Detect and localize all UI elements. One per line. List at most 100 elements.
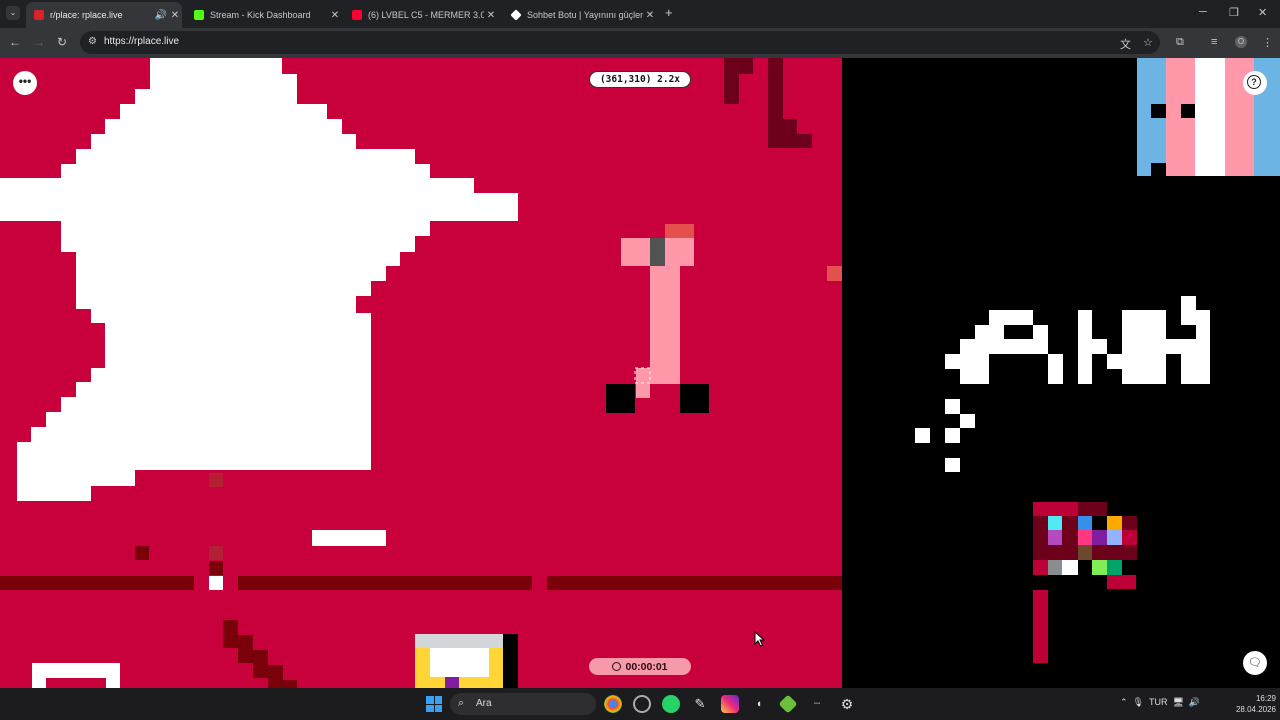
flag-black-c (1151, 163, 1166, 176)
restore-icon[interactable]: ❐ (1229, 6, 1239, 19)
pixel-blue (1078, 516, 1092, 530)
light-gray-top (415, 634, 503, 648)
chrome-app-icon[interactable] (604, 695, 622, 713)
instagram-app-icon[interactable] (721, 695, 739, 713)
flag-black-a (1151, 104, 1166, 118)
pixel-white (1062, 560, 1078, 575)
taskbar-search[interactable]: ⌕ Ara (450, 693, 596, 715)
close-tab-icon[interactable]: ✕ (643, 10, 657, 21)
bookmark-star-icon[interactable]: ☆ (1143, 36, 1153, 49)
site-info-icon[interactable]: ⚙ (88, 36, 97, 47)
speaker-icon[interactable]: 🔊 (154, 10, 168, 21)
tab-rplace[interactable]: r/place: rplace.live 🔊 ✕ (26, 2, 182, 28)
pink-stem (650, 266, 680, 384)
media-control-icon[interactable]: ≡ (1211, 36, 1217, 48)
pixel-art-canvas[interactable] (0, 58, 1280, 688)
pen-app-icon[interactable]: ✎ (691, 695, 709, 713)
bot-favicon-icon (510, 9, 522, 21)
gray-pixel (650, 238, 665, 266)
coordinates-indicator: (361,310) 2.2x (589, 71, 691, 88)
red-inside-block (46, 678, 106, 688)
purple-pixel (445, 677, 459, 688)
canvas-menu-button[interactable]: ••• (13, 71, 37, 95)
close-tab-icon[interactable]: ✕ (328, 10, 342, 21)
extensions-icon[interactable]: ⧉ (1176, 36, 1184, 49)
pixel-crimson (1122, 530, 1137, 545)
pixel-green-light (1092, 560, 1107, 575)
tab-strip: ⌄ r/place: rplace.live 🔊 ✕ Stream - Kick… (0, 0, 1280, 28)
whatsapp-app-icon[interactable] (662, 695, 680, 713)
windows-taskbar: ⌕ Ara ✎ ◖ ▪▪▪ ⚙ ⌃ 🎙 TUR 🖥 🔊 16:29 28.04.… (0, 688, 1280, 720)
browser-toolbar: ← → ↻ ⚙ https://rplace.live 文 ☆ ⧉ ≡ O ⋮ (0, 28, 1280, 58)
taskbar-date[interactable]: 28.04.2026 (1224, 705, 1276, 714)
help-button[interactable]: ? (1243, 71, 1267, 95)
settings-gear-icon[interactable]: ⚙ (838, 695, 856, 713)
taskbar-time[interactable]: 16:29 (1236, 694, 1276, 703)
pixel-magenta (1048, 530, 1062, 545)
profile-avatar[interactable]: O (1235, 36, 1247, 48)
tab-title: Sohbet Botu | Yayınını güçlend (527, 10, 643, 20)
minecraft-app-icon[interactable] (778, 694, 798, 714)
stripe-right (547, 576, 842, 590)
white-dot-d (915, 428, 930, 443)
youtube-favicon-icon (352, 10, 362, 20)
tab-youtube[interactable]: (6) LVBEL C5 - MERMER 3.0 (M ✕ (344, 2, 498, 28)
small-red-pixel (827, 266, 842, 281)
chat-button[interactable]: 🗨 (1243, 651, 1267, 675)
cooldown-timer[interactable]: 00:00:01 (589, 658, 691, 675)
kick-favicon-icon (194, 10, 204, 20)
color-art-dark-top (1078, 502, 1107, 516)
pixel-red-pole (1033, 590, 1048, 663)
flag-black-b (1181, 104, 1195, 118)
ana-pixel-text (945, 296, 1210, 384)
white-dot-a (945, 399, 960, 414)
pixel-purple (1092, 530, 1107, 545)
minimize-icon[interactable]: ─ (1199, 6, 1207, 18)
pixel-lavender (1107, 530, 1122, 545)
url-text[interactable]: https://rplace.live (104, 36, 179, 47)
stripe-left (0, 576, 194, 590)
red-pixel-b (209, 546, 223, 560)
windows-start-icon[interactable] (426, 696, 442, 712)
more-dots-icon: ••• (18, 74, 32, 88)
address-bar[interactable]: ⚙ https://rplace.live (80, 31, 1160, 54)
pixel-orange (1107, 516, 1122, 530)
obs-app-icon[interactable] (633, 695, 651, 713)
tab-search-button[interactable]: ⌄ (6, 6, 20, 20)
red-pixel-top (665, 224, 694, 238)
new-tab-plus-icon[interactable]: + (665, 5, 673, 20)
black-left-pixel (606, 384, 635, 413)
clock-icon (612, 662, 622, 671)
kebab-menu-icon[interactable]: ⋮ (1262, 36, 1273, 49)
pixel-brown (1078, 545, 1092, 560)
reload-icon[interactable]: ↻ (57, 35, 67, 49)
red-pixel-c (135, 546, 149, 560)
chat-bubble-icon: 🗨 (1248, 657, 1262, 669)
language-indicator[interactable]: TUR (1149, 697, 1168, 707)
tab-title: Stream - Kick Dashboard (210, 10, 311, 20)
pixel-green (1107, 560, 1122, 575)
place-canvas[interactable] (0, 58, 1280, 688)
pixel-pink1 (1078, 530, 1092, 545)
close-window-icon[interactable]: ✕ (1258, 6, 1267, 19)
app-icon-small[interactable]: ◖ (750, 695, 768, 713)
close-tab-icon[interactable]: ✕ (168, 10, 182, 21)
back-arrow-icon[interactable]: ← (9, 35, 21, 49)
tab-kick[interactable]: Stream - Kick Dashboard ✕ (186, 2, 342, 28)
system-tray[interactable]: ⌃ 🎙 TUR 🖥 🔊 (1120, 697, 1200, 708)
timer-text: 00:00:01 (625, 660, 668, 673)
white-dot-b (960, 414, 975, 428)
red-pixel-d (209, 473, 223, 487)
black-right-pixel (680, 384, 709, 413)
help-circle-icon: ? (1247, 75, 1261, 89)
translate-icon[interactable]: 文 (1120, 36, 1131, 52)
tab-title: r/place: rplace.live (50, 10, 123, 20)
mouse-cursor-icon (754, 631, 766, 647)
tab-sohbet-botu[interactable]: Sohbet Botu | Yayınını güçlend ✕ (503, 2, 657, 28)
forward-arrow-icon[interactable]: → (33, 35, 45, 49)
white-dot-c (945, 428, 960, 443)
app-icon-text[interactable]: ▪▪▪ (808, 695, 826, 713)
red-pixel-a (209, 561, 223, 575)
close-tab-icon[interactable]: ✕ (484, 10, 498, 21)
pixel-gray (1048, 560, 1062, 575)
